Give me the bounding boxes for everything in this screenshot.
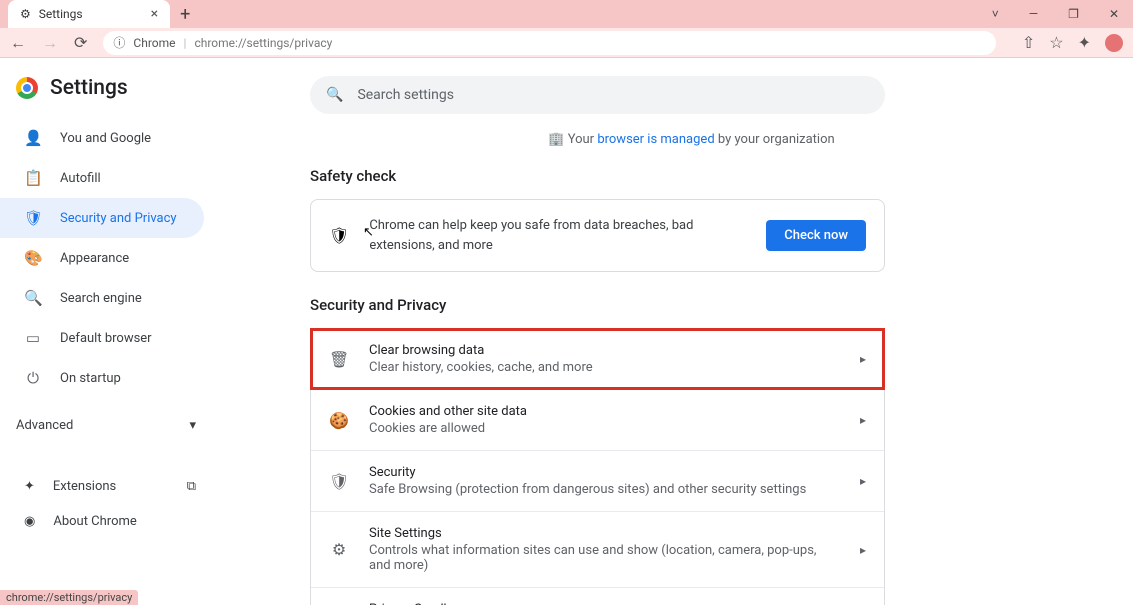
- search-settings-input[interactable]: 🔍 Search settings: [310, 76, 885, 114]
- shield-check-icon: 🛡: [329, 226, 349, 245]
- forward-button[interactable]: →: [42, 33, 58, 53]
- sidebar-item-label: Autofill: [60, 171, 101, 186]
- omnibox-chip: Chrome: [133, 36, 175, 50]
- window-titlebar: ⚙ Settings × + ˅ — ❐ ✕: [0, 0, 1133, 28]
- sidebar-item-appearance[interactable]: 🎨 Appearance: [0, 238, 204, 278]
- sidebar-item-label: Default browser: [60, 331, 152, 346]
- building-icon: 🏢: [548, 132, 564, 147]
- status-bar: chrome://settings/privacy: [0, 590, 138, 605]
- browser-tab[interactable]: ⚙ Settings ×: [8, 0, 170, 28]
- sidebar-item-label: On startup: [60, 371, 121, 386]
- sidebar-extensions-label: Extensions: [53, 479, 116, 494]
- sidebar-about-label: About Chrome: [53, 514, 136, 529]
- cookie-icon: 🍪: [329, 411, 349, 430]
- window-maximize-button[interactable]: ❐: [1068, 7, 1079, 21]
- row-subtitle: Clear history, cookies, cache, and more: [369, 360, 840, 375]
- window-dropdown-icon[interactable]: ˅: [992, 7, 999, 21]
- sidebar-extensions[interactable]: ✦ Extensions ⧉: [0, 469, 220, 504]
- chevron-right-icon: ▸: [860, 474, 866, 488]
- person-icon: 👤: [24, 129, 42, 147]
- power-icon: ⏻: [24, 369, 42, 387]
- settings-header: Settings: [0, 76, 220, 112]
- safety-check-heading: Safety check: [310, 167, 1073, 185]
- row-title: Cookies and other site data: [369, 404, 840, 419]
- security-privacy-card: 🗑 Clear browsing data Clear history, coo…: [310, 328, 885, 605]
- row-subtitle: Controls what information sites can use …: [369, 543, 840, 573]
- sidebar-item-autofill[interactable]: 📋 Autofill: [0, 158, 204, 198]
- check-now-button[interactable]: Check now: [766, 220, 866, 251]
- sidebar-item-label: You and Google: [60, 131, 151, 146]
- settings-content: 🔍 Search settings 🏢 Your browser is mana…: [220, 58, 1133, 605]
- sidebar-item-label: Security and Privacy: [60, 211, 177, 226]
- row-title: Security: [369, 465, 840, 480]
- sidebar-advanced[interactable]: Advanced ▾: [0, 406, 220, 445]
- tab-title: Settings: [39, 7, 83, 21]
- chevron-right-icon: ▸: [860, 543, 866, 557]
- page-title: Settings: [50, 76, 128, 100]
- shield-icon: 🛡: [329, 472, 349, 491]
- row-clear-browsing-data[interactable]: 🗑 Clear browsing data Clear history, coo…: [311, 329, 884, 389]
- window-close-button[interactable]: ✕: [1109, 7, 1119, 21]
- chevron-down-icon: ▾: [189, 418, 196, 433]
- chevron-right-icon: ▸: [860, 413, 866, 427]
- sidebar-item-on-startup[interactable]: ⏻ On startup: [0, 358, 204, 398]
- omnibox-url: chrome://settings/privacy: [194, 36, 332, 50]
- share-icon[interactable]: ⇧: [1022, 33, 1035, 52]
- browser-icon: ▭: [24, 329, 42, 347]
- new-tab-button[interactable]: +: [180, 4, 190, 25]
- sliders-icon: ⚙: [329, 540, 349, 559]
- safety-check-text: Chrome can help keep you safe from data …: [369, 216, 746, 255]
- chrome-logo-icon: [16, 77, 38, 99]
- chrome-icon: ◉: [24, 514, 35, 529]
- row-title: Clear browsing data: [369, 343, 840, 358]
- address-bar[interactable]: ⓘ Chrome | chrome://settings/privacy: [103, 31, 995, 55]
- back-button[interactable]: ←: [10, 33, 26, 53]
- row-security[interactable]: 🛡 Security Safe Browsing (protection fro…: [311, 450, 884, 511]
- sidebar-item-you-and-google[interactable]: 👤 You and Google: [0, 118, 204, 158]
- sidebar-item-label: Search engine: [60, 291, 142, 306]
- row-subtitle: Safe Browsing (protection from dangerous…: [369, 482, 840, 497]
- shield-icon: 🛡: [24, 209, 42, 227]
- security-privacy-heading: Security and Privacy: [310, 296, 1073, 314]
- gear-icon: ⚙: [20, 7, 31, 21]
- chevron-right-icon: ▸: [860, 352, 866, 366]
- bookmark-star-icon[interactable]: ☆: [1049, 33, 1063, 52]
- safety-check-card: 🛡 Chrome can help keep you safe from dat…: [310, 199, 885, 272]
- row-site-settings[interactable]: ⚙ Site Settings Controls what informatio…: [311, 511, 884, 587]
- tab-close-icon[interactable]: ×: [151, 6, 158, 22]
- managed-link[interactable]: browser is managed: [597, 132, 714, 147]
- reload-button[interactable]: ⟳: [74, 33, 87, 52]
- sidebar-about-chrome[interactable]: ◉ About Chrome: [0, 504, 220, 539]
- trash-icon: 🗑: [329, 350, 349, 369]
- sidebar-item-default-browser[interactable]: ▭ Default browser: [0, 318, 204, 358]
- search-placeholder: Search settings: [357, 87, 454, 103]
- puzzle-icon: ✦: [24, 479, 35, 494]
- row-subtitle: Cookies are allowed: [369, 421, 840, 436]
- sidebar-item-security-and-privacy[interactable]: 🛡 Security and Privacy: [0, 198, 204, 238]
- row-title: Site Settings: [369, 526, 840, 541]
- row-cookies[interactable]: 🍪 Cookies and other site data Cookies ar…: [311, 389, 884, 450]
- omnibox-separator: |: [184, 36, 187, 50]
- site-info-icon[interactable]: ⓘ: [113, 34, 125, 51]
- search-icon: 🔍: [24, 289, 42, 307]
- profile-avatar[interactable]: [1105, 34, 1123, 52]
- search-icon: 🔍: [326, 87, 343, 103]
- window-minimize-button[interactable]: —: [1029, 7, 1038, 21]
- external-link-icon: ⧉: [187, 479, 196, 494]
- sidebar-advanced-label: Advanced: [16, 418, 73, 433]
- palette-icon: 🎨: [24, 249, 42, 267]
- managed-notice: 🏢 Your browser is managed by your organi…: [310, 132, 1073, 147]
- window-controls: ˅ — ❐ ✕: [992, 7, 1133, 21]
- settings-sidebar: Settings 👤 You and Google 📋 Autofill 🛡 S…: [0, 58, 220, 605]
- sidebar-item-search-engine[interactable]: 🔍 Search engine: [0, 278, 204, 318]
- clipboard-icon: 📋: [24, 169, 42, 187]
- row-privacy-sandbox[interactable]: Privacy Sandbox: [311, 587, 884, 605]
- extensions-puzzle-icon[interactable]: ✦: [1078, 33, 1091, 52]
- browser-toolbar: ← → ⟳ ⓘ Chrome | chrome://settings/priva…: [0, 28, 1133, 58]
- sidebar-item-label: Appearance: [60, 251, 129, 266]
